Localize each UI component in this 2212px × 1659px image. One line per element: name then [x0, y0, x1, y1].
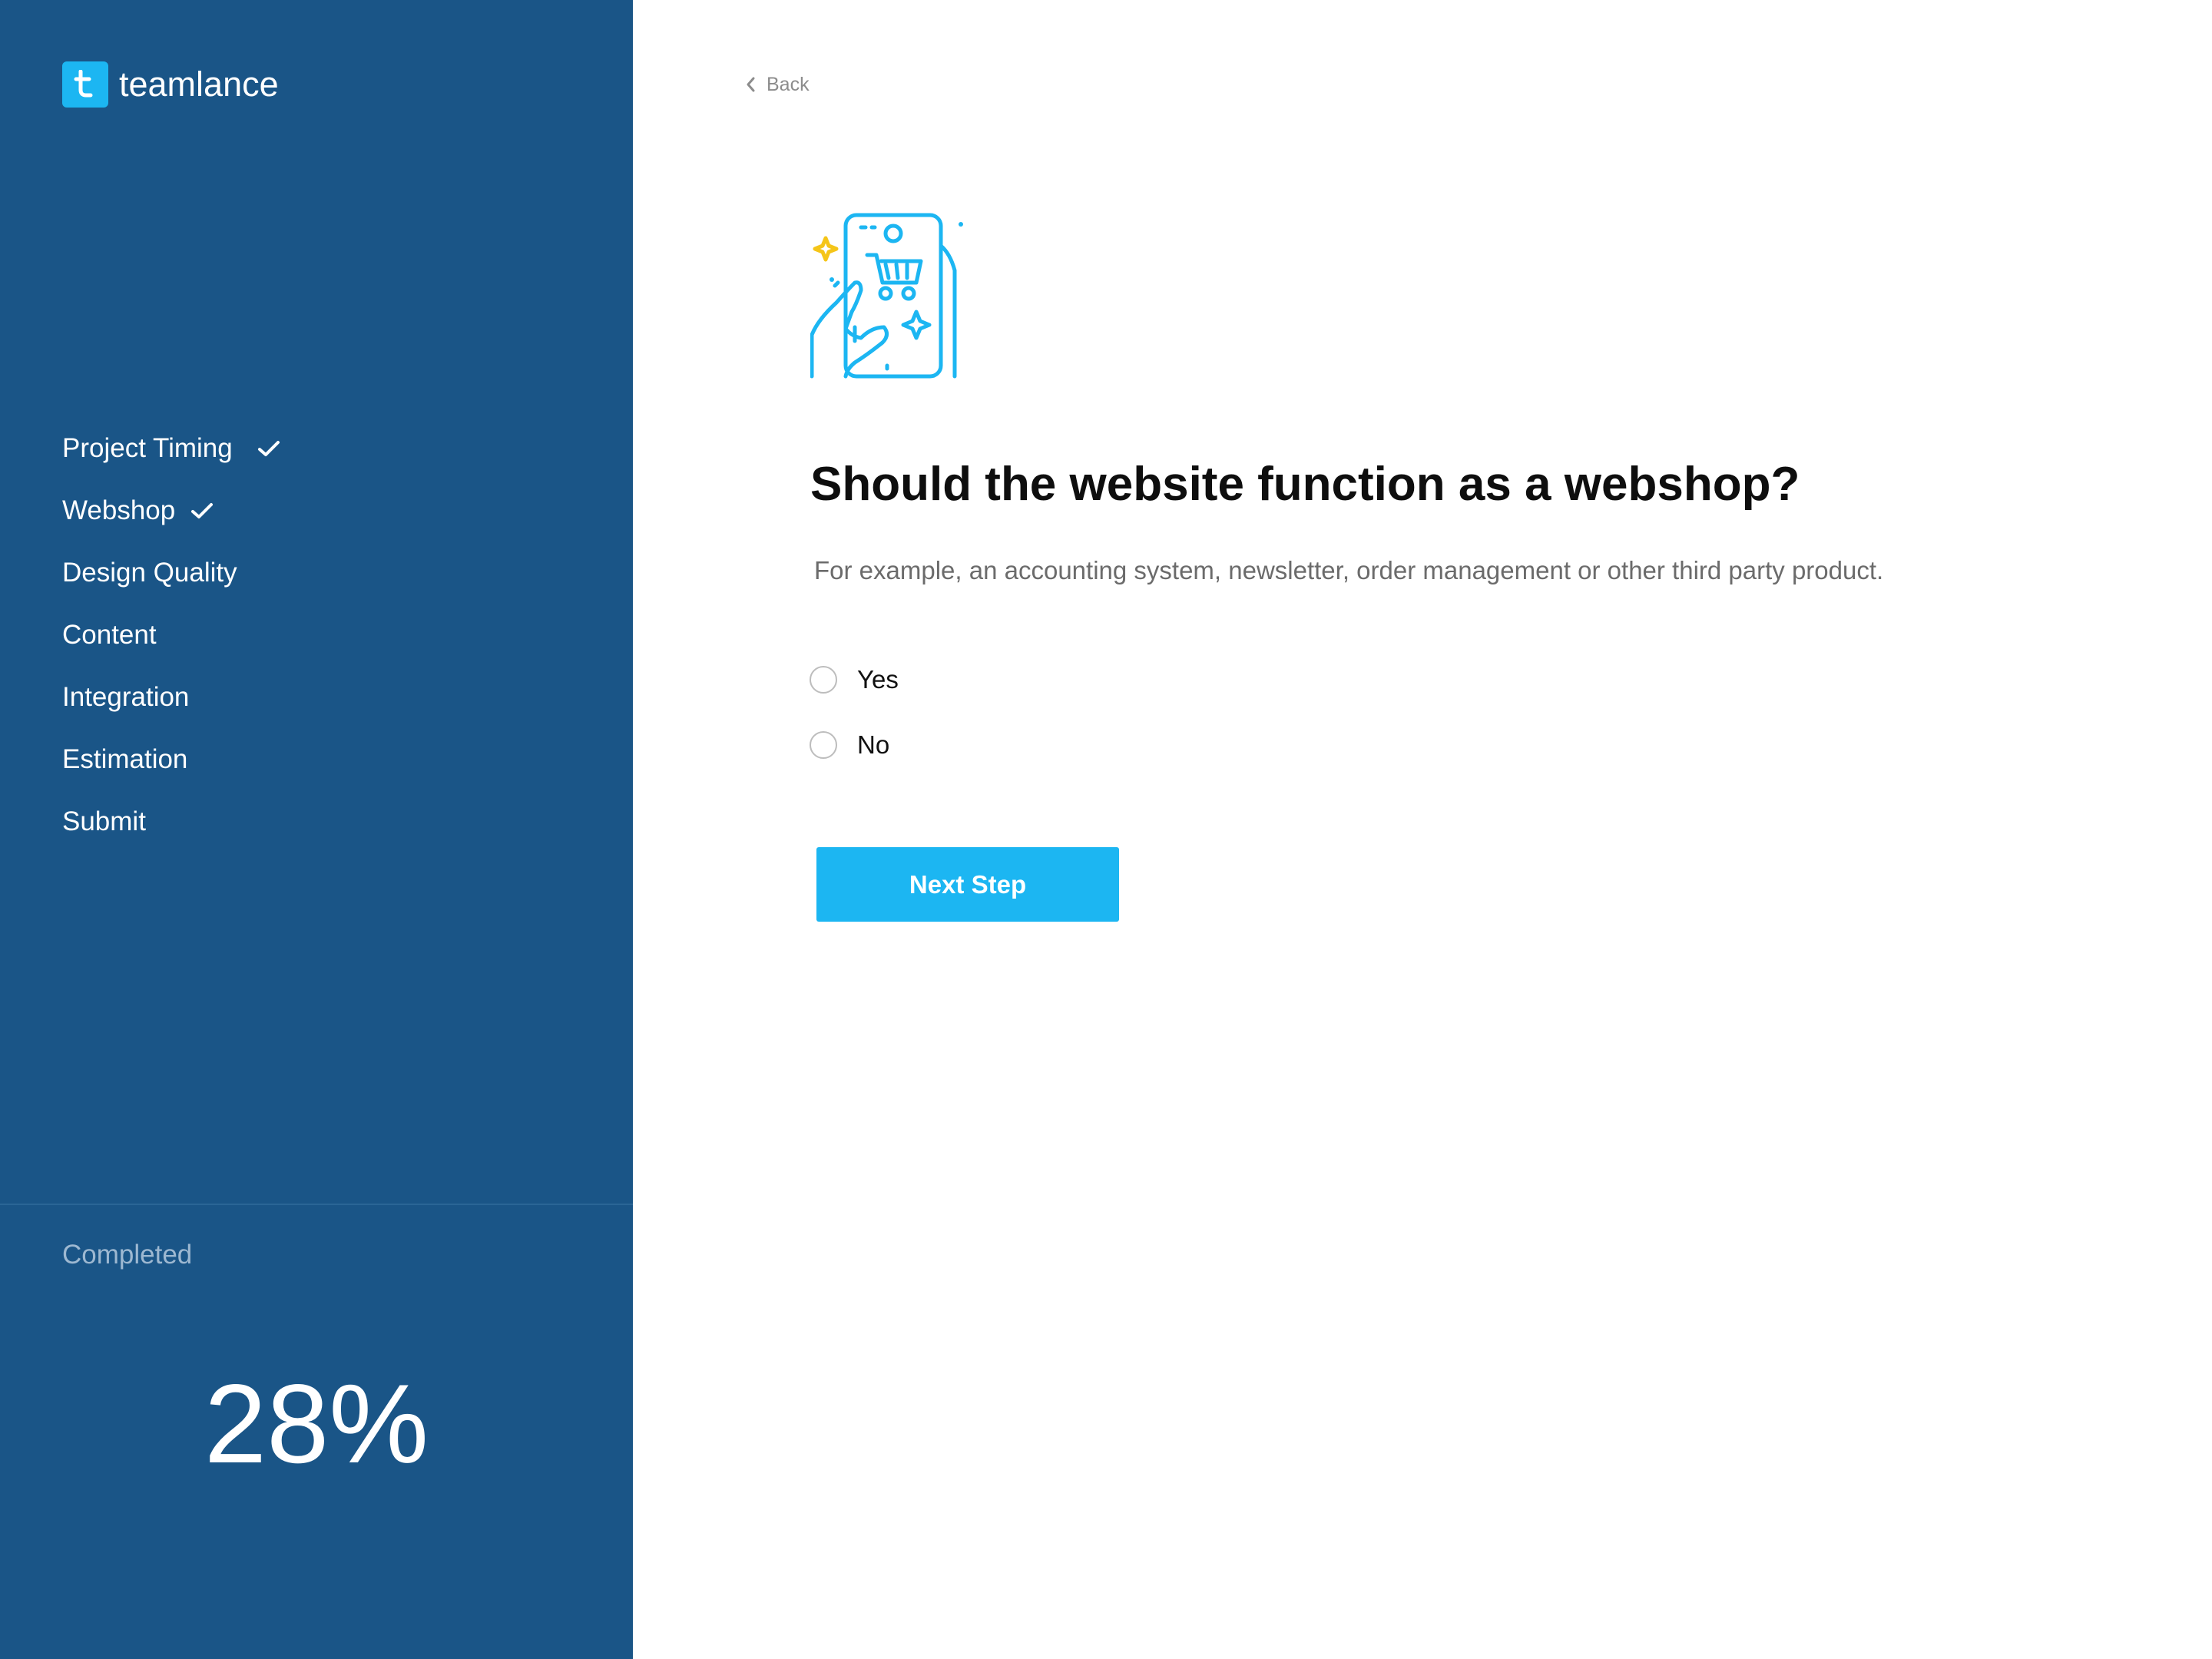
step-label: Integration — [62, 681, 190, 712]
sidebar: teamlance Project Timing Webshop Design … — [0, 0, 633, 1659]
back-link[interactable]: Back — [745, 71, 810, 98]
question-title: Should the website function as a webshop… — [810, 458, 1800, 511]
progress-percent: 28% — [204, 1361, 429, 1486]
completed-label: Completed — [62, 1240, 193, 1270]
sidebar-divider — [0, 1204, 633, 1205]
option-no[interactable]: No — [810, 730, 889, 760]
step-project-timing[interactable]: Project Timing — [62, 417, 280, 479]
step-label: Project Timing — [62, 432, 233, 463]
next-step-button[interactable]: Next Step — [816, 847, 1119, 922]
step-submit[interactable]: Submit — [62, 790, 280, 853]
logo-mark-icon — [62, 61, 108, 108]
step-label: Webshop — [62, 495, 176, 525]
step-label: Submit — [62, 806, 146, 836]
option-yes[interactable]: Yes — [810, 664, 899, 695]
step-design-quality[interactable]: Design Quality — [62, 541, 280, 604]
radio-no[interactable] — [810, 731, 837, 759]
step-content[interactable]: Content — [62, 604, 280, 666]
step-webshop[interactable]: Webshop — [62, 479, 280, 541]
mobile-shopping-icon — [810, 212, 979, 385]
radio-yes[interactable] — [810, 666, 837, 694]
step-estimation[interactable]: Estimation — [62, 728, 280, 790]
step-list: Project Timing Webshop Design Quality Co… — [62, 417, 280, 853]
back-label: Back — [767, 73, 810, 95]
option-label: Yes — [857, 665, 899, 694]
check-icon — [257, 439, 280, 458]
chevron-left-icon — [747, 77, 755, 92]
logo-text: teamlance — [119, 65, 279, 104]
step-label: Content — [62, 619, 157, 650]
step-label: Design Quality — [62, 557, 237, 588]
logo[interactable]: teamlance — [62, 61, 279, 108]
step-label: Estimation — [62, 743, 188, 774]
app-window: teamlance Project Timing Webshop Design … — [0, 0, 2212, 1659]
question-hint: For example, an accounting system, newsl… — [814, 556, 1884, 584]
option-label: No — [857, 730, 890, 759]
check-icon — [190, 502, 214, 520]
step-integration[interactable]: Integration — [62, 666, 280, 728]
